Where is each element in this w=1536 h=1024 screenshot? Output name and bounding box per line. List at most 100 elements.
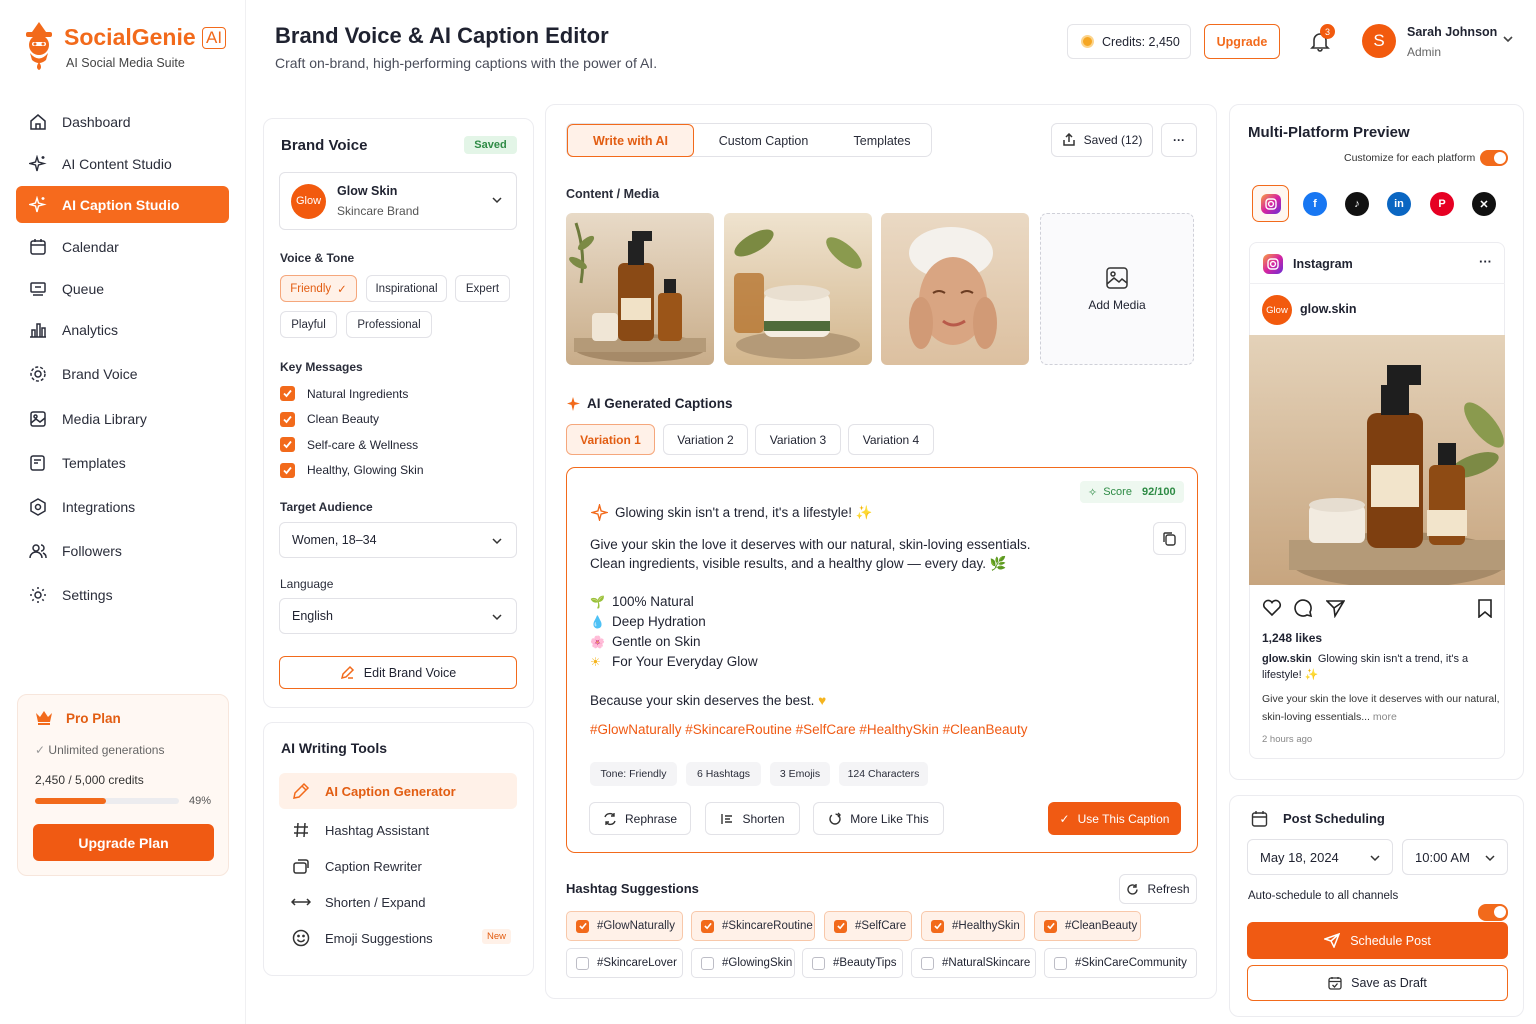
variation-tab-3[interactable]: Variation 3 <box>755 424 841 455</box>
caption-line-1[interactable]: Give your skin the love it deserves with… <box>590 537 1030 552</box>
tiktok-icon[interactable]: ♪ <box>1345 192 1369 216</box>
hashtag-chip[interactable]: #SkinCareCommunity <box>1044 948 1197 978</box>
tool-emoji-suggestions[interactable]: Emoji Suggestions New <box>279 920 517 956</box>
hashtag-chip-selected[interactable]: #CleanBeauty <box>1034 911 1141 941</box>
credits-progress <box>35 798 179 804</box>
more-options-icon[interactable]: ··· <box>1161 123 1197 157</box>
caption-bullet[interactable]: 🌱 100% Natural <box>590 594 694 609</box>
tone-playful-chip[interactable]: Playful <box>280 311 337 338</box>
tab-custom-caption[interactable]: Custom Caption <box>697 124 830 157</box>
linkedin-icon[interactable]: in <box>1387 192 1411 216</box>
nav-item-followers[interactable]: Followers <box>16 532 229 569</box>
caption-bullet[interactable]: 💧 Deep Hydration <box>590 614 706 629</box>
hashtag-chip[interactable]: #SkincareLover <box>566 948 683 978</box>
variation-tab-4[interactable]: Variation 4 <box>848 424 934 455</box>
caption-title[interactable]: Glowing skin isn't a trend, it's a lifes… <box>615 505 873 521</box>
facebook-icon[interactable]: f <box>1303 192 1327 216</box>
key-message-label: Natural Ingredients <box>307 386 409 401</box>
nav-item-media-library[interactable]: Media Library <box>16 400 229 437</box>
tone-friendly-chip[interactable]: Friendly ✓ <box>280 275 357 302</box>
key-message-item[interactable]: Clean Beauty <box>280 411 379 427</box>
hashtag-chip[interactable]: #BeautyTips <box>802 948 903 978</box>
shorten-button[interactable]: Shorten <box>705 802 800 835</box>
hashtag-chip-selected[interactable]: #GlowNaturally <box>566 911 683 941</box>
add-media-button[interactable]: Add Media <box>1040 213 1194 365</box>
hashtag-chip-selected[interactable]: #HealthySkin <box>921 911 1025 941</box>
key-message-item[interactable]: Healthy, Glowing Skin <box>280 462 424 478</box>
checkbox-checked-icon[interactable] <box>280 386 295 401</box>
instagram-icon[interactable] <box>1252 185 1289 222</box>
use-this-caption-button[interactable]: ✓ Use This Caption <box>1048 802 1181 835</box>
rephrase-button[interactable]: Rephrase <box>589 802 691 835</box>
media-thumbnail[interactable] <box>566 213 714 365</box>
save-draft-button[interactable]: Save as Draft <box>1247 965 1508 1001</box>
hashtag-label: #SkincareRoutine <box>722 920 813 932</box>
more-like-this-button[interactable]: More Like This <box>813 802 944 835</box>
tool-hashtag-assistant[interactable]: Hashtag Assistant <box>279 812 517 848</box>
caption-hashtags[interactable]: #GlowNaturally #SkincareRoutine #SelfCar… <box>590 722 1027 737</box>
tool-ai-caption-generator[interactable]: AI Caption Generator <box>279 773 517 809</box>
time-select[interactable]: 10:00 AM <box>1402 839 1508 875</box>
nav-item-brand-voice[interactable]: Brand Voice <box>16 355 229 392</box>
more-options-icon[interactable]: ··· <box>1479 254 1492 269</box>
tab-write-with-ai[interactable]: Write with AI <box>567 124 694 157</box>
variation-tab-2[interactable]: Variation 2 <box>663 424 748 455</box>
bookmark-icon[interactable] <box>1477 599 1493 618</box>
pinterest-icon[interactable]: P <box>1430 192 1454 216</box>
media-thumbnail[interactable] <box>881 213 1029 365</box>
nav-item-integrations[interactable]: Integrations <box>16 488 229 525</box>
edit-brand-voice-button[interactable]: Edit Brand Voice <box>279 656 517 689</box>
saved-button[interactable]: Saved (12) <box>1051 123 1153 157</box>
checkbox-checked-icon[interactable] <box>280 411 295 427</box>
checkbox-checked-icon[interactable] <box>280 462 295 478</box>
comment-icon[interactable] <box>1294 599 1313 618</box>
hashtag-chip[interactable]: #NaturalSkincare <box>911 948 1036 978</box>
schedule-post-button[interactable]: Schedule Post <box>1247 922 1508 959</box>
checkbox-checked-icon[interactable] <box>280 437 295 452</box>
send-icon[interactable] <box>1326 599 1345 618</box>
user-avatar[interactable]: S <box>1362 24 1396 58</box>
brand-select[interactable]: Glow Glow Skin Skincare Brand <box>279 172 517 230</box>
x-icon[interactable]: ✕ <box>1472 192 1496 216</box>
upgrade-button[interactable]: Upgrade <box>1204 24 1280 59</box>
caption-bullet[interactable]: 🌸 Gentle on Skin <box>590 634 701 649</box>
nav-item-analytics[interactable]: Analytics <box>16 311 229 348</box>
variation-tab-1[interactable]: Variation 1 <box>566 424 655 455</box>
tone-expert-chip[interactable]: Expert <box>455 275 510 302</box>
hashtag-chip-selected[interactable]: #SelfCare <box>824 911 912 941</box>
tone-professional-chip[interactable]: Professional <box>346 311 432 338</box>
nav-item-ai-caption-studio[interactable]: AI Caption Studio <box>16 186 229 223</box>
media-thumbnail[interactable] <box>724 213 872 365</box>
audience-select[interactable]: Women, 18–34 <box>279 522 517 558</box>
nav-item-dashboard[interactable]: Dashboard <box>16 103 229 140</box>
language-select[interactable]: English <box>279 598 517 634</box>
credits-badge[interactable]: Credits: 2,450 <box>1067 24 1191 59</box>
nav-item-queue[interactable]: Queue <box>16 270 229 307</box>
upgrade-plan-button[interactable]: Upgrade Plan <box>33 824 214 861</box>
caption-line-2[interactable]: Clean ingredients, visible results, and … <box>590 556 1007 572</box>
more-link[interactable]: more <box>1373 711 1397 723</box>
tool-caption-rewriter[interactable]: Caption Rewriter <box>279 848 517 884</box>
tone-inspirational-chip[interactable]: Inspirational <box>366 275 447 302</box>
heart-icon[interactable] <box>1262 599 1282 617</box>
hashtag-chip[interactable]: #GlowingSkin <box>691 948 795 978</box>
tool-shorten-expand[interactable]: Shorten / Expand <box>279 884 517 920</box>
caption-title-text: Glowing skin isn't a trend, it's a lifes… <box>615 505 853 520</box>
copy-icon[interactable] <box>1153 522 1186 555</box>
account-name[interactable]: glow.skin <box>1300 302 1357 316</box>
nav-item-calendar[interactable]: Calendar <box>16 228 229 265</box>
caption-closing[interactable]: Because your skin deserves the best. ♥ <box>590 693 826 708</box>
caption-bullet[interactable]: ☀ For Your Everyday Glow <box>590 654 758 669</box>
tab-templates[interactable]: Templates <box>833 124 931 157</box>
date-select[interactable]: May 18, 2024 <box>1247 839 1393 875</box>
chevron-down-icon[interactable] <box>1502 35 1514 43</box>
customize-toggle[interactable] <box>1480 150 1508 166</box>
refresh-button[interactable]: Refresh <box>1119 874 1197 904</box>
nav-item-ai-content-studio[interactable]: AI Content Studio <box>16 145 229 182</box>
nav-item-settings[interactable]: Settings <box>16 576 229 613</box>
auto-schedule-toggle[interactable] <box>1478 904 1508 921</box>
hashtag-chip-selected[interactable]: #SkincareRoutine <box>691 911 815 941</box>
nav-item-templates[interactable]: Templates <box>16 444 229 481</box>
key-message-item[interactable]: Self-care & Wellness <box>280 437 418 452</box>
key-message-item[interactable]: Natural Ingredients <box>280 386 408 401</box>
